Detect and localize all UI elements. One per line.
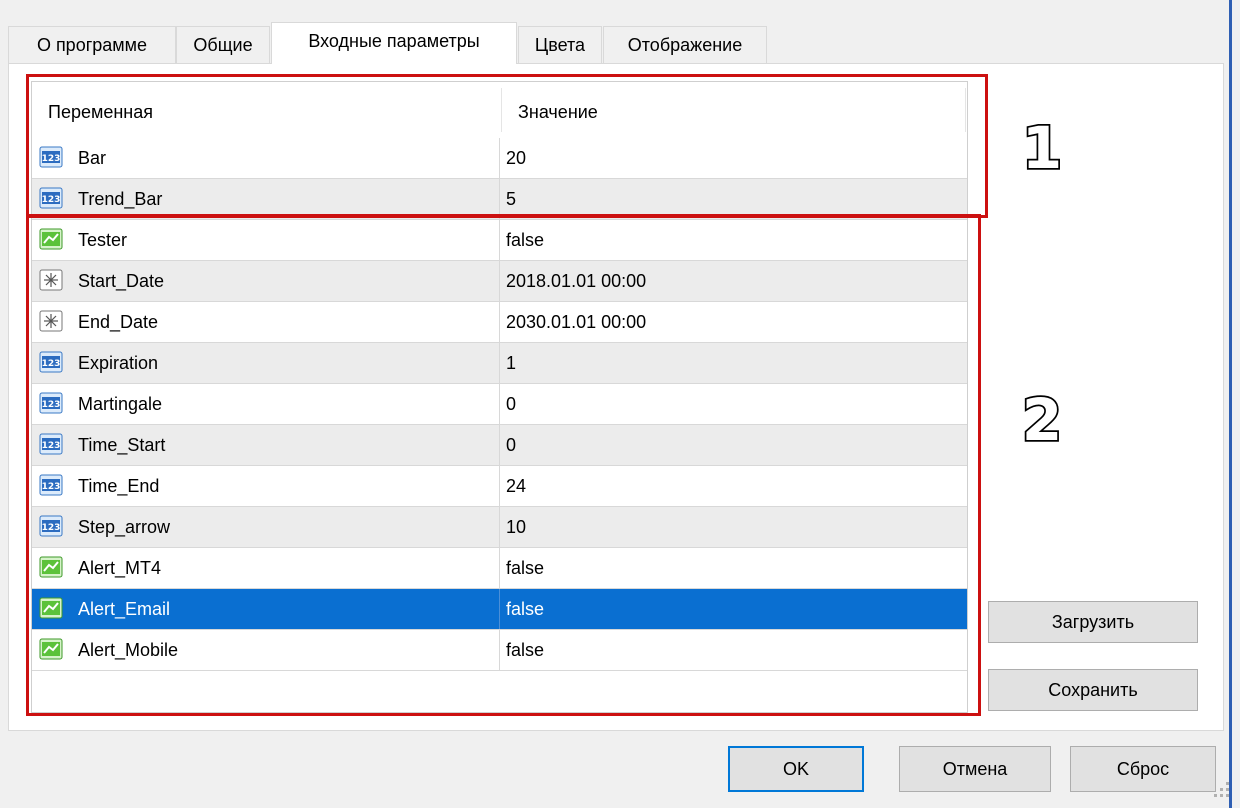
value-cell[interactable]: false — [501, 220, 967, 260]
column-header-value[interactable]: Значение — [502, 82, 965, 138]
datetime-icon — [39, 269, 63, 291]
cancel-button[interactable]: Отмена — [899, 746, 1051, 792]
column-divider-end — [965, 88, 966, 132]
table-row[interactable]: 123 Time_Start 0 — [32, 425, 967, 466]
reset-button[interactable]: Сброс — [1070, 746, 1216, 792]
datetime-icon — [39, 310, 63, 332]
tab-about[interactable]: О программе — [8, 26, 176, 63]
number-icon: 123 — [39, 351, 63, 373]
variable-cell[interactable]: 123 Step_arrow — [32, 507, 500, 547]
boolean-icon — [39, 228, 63, 250]
svg-text:123: 123 — [42, 523, 61, 533]
boolean-icon — [39, 638, 63, 660]
variable-name: End_Date — [78, 312, 159, 332]
value-cell[interactable]: 0 — [501, 384, 967, 424]
table-row[interactable]: Alert_MT4 false — [32, 548, 967, 589]
variable-cell[interactable]: 123 Bar — [32, 138, 500, 178]
value-cell[interactable]: false — [501, 630, 967, 670]
variable-cell[interactable]: 123 Expiration — [32, 343, 500, 383]
table-row[interactable]: 123 Martingale 0 — [32, 384, 967, 425]
number-icon: 123 — [39, 187, 63, 209]
tab-general-label: Общие — [193, 35, 253, 55]
table-row[interactable]: 123 Step_arrow 10 — [32, 507, 967, 548]
svg-text:123: 123 — [42, 441, 61, 451]
table-row[interactable]: Alert_Mobile false — [32, 630, 967, 671]
boolean-icon — [39, 597, 63, 619]
value-cell[interactable]: 1 — [501, 343, 967, 383]
variable-name: Alert_Email — [78, 599, 171, 619]
annotation-number-2: 2 — [1020, 388, 1064, 448]
tab-input-parameters[interactable]: Входные параметры — [271, 22, 517, 64]
variable-cell[interactable]: Tester — [32, 220, 500, 260]
column-header-variable[interactable]: Переменная — [32, 82, 501, 138]
variable-name: Time_Start — [78, 435, 166, 455]
variable-cell[interactable]: 123 Trend_Bar — [32, 179, 500, 219]
value-cell[interactable]: 20 — [501, 138, 967, 178]
svg-text:123: 123 — [42, 400, 61, 410]
variable-name: Alert_Mobile — [78, 640, 179, 660]
annotation-number-2-text: 2 — [1022, 388, 1062, 448]
grid-header: Переменная Значение — [32, 82, 967, 138]
table-row[interactable]: 123 Bar 20 — [32, 138, 967, 179]
table-row[interactable]: Tester false — [32, 220, 967, 261]
variable-name: Bar — [78, 148, 107, 168]
variable-name: Time_End — [78, 476, 160, 496]
svg-text:123: 123 — [42, 195, 61, 205]
variable-cell[interactable]: 123 Time_Start — [32, 425, 500, 465]
variable-cell[interactable]: 123 Time_End — [32, 466, 500, 506]
resize-grip-icon[interactable] — [1214, 782, 1230, 798]
value-cell[interactable]: 5 — [501, 179, 967, 219]
number-icon: 123 — [39, 146, 63, 168]
variable-name: Martingale — [78, 394, 163, 414]
parameters-grid[interactable]: Переменная Значение 123 Bar 20 123 Trend_Bar… — [31, 81, 968, 713]
value-cell[interactable]: 2018.01.01 00:00 — [501, 261, 967, 301]
ok-button[interactable]: OK — [728, 746, 864, 792]
variable-name: Expiration — [78, 353, 159, 373]
variable-name: Step_arrow — [78, 517, 171, 537]
value-cell[interactable]: 10 — [501, 507, 967, 547]
variable-cell[interactable]: 123 Martingale — [32, 384, 500, 424]
svg-text:123: 123 — [42, 154, 61, 164]
tab-input-parameters-label: Входные параметры — [308, 31, 480, 51]
variable-cell[interactable]: End_Date — [32, 302, 500, 342]
number-icon: 123 — [39, 433, 63, 455]
variable-cell[interactable]: Start_Date — [32, 261, 500, 301]
value-cell[interactable]: 24 — [501, 466, 967, 506]
variable-name: Start_Date — [78, 271, 165, 291]
variable-cell[interactable]: Alert_Mobile — [32, 630, 500, 670]
boolean-icon — [39, 556, 63, 578]
table-row[interactable]: Alert_Email false — [32, 589, 967, 630]
table-row[interactable]: 123 Expiration 1 — [32, 343, 967, 384]
variable-name: Tester — [78, 230, 128, 250]
value-cell[interactable]: 0 — [501, 425, 967, 465]
window-edge — [1229, 0, 1232, 808]
save-button[interactable]: Сохранить — [988, 669, 1198, 711]
table-row[interactable]: 123 Time_End 24 — [32, 466, 967, 507]
variable-cell[interactable]: Alert_MT4 — [32, 548, 500, 588]
svg-text:123: 123 — [42, 482, 61, 492]
tab-about-label: О программе — [36, 35, 148, 55]
svg-text:123: 123 — [42, 359, 61, 369]
tab-display[interactable]: Отображение — [603, 26, 767, 63]
tab-colors-label: Цвета — [534, 35, 586, 55]
number-icon: 123 — [39, 392, 63, 414]
table-row[interactable]: Start_Date 2018.01.01 00:00 — [32, 261, 967, 302]
table-row[interactable]: End_Date 2030.01.01 00:00 — [32, 302, 967, 343]
value-cell[interactable]: false — [501, 548, 967, 588]
variable-name: Alert_MT4 — [78, 558, 162, 578]
load-button[interactable]: Загрузить — [988, 601, 1198, 643]
annotation-number-1: 1 — [1020, 118, 1064, 174]
value-cell[interactable]: false — [501, 589, 967, 629]
table-row[interactable]: 123 Trend_Bar 5 — [32, 179, 967, 220]
tab-display-label: Отображение — [627, 35, 743, 55]
annotation-number-1-text: 1 — [1022, 118, 1062, 174]
tab-colors[interactable]: Цвета — [518, 26, 602, 63]
tab-general[interactable]: Общие — [176, 26, 270, 63]
number-icon: 123 — [39, 474, 63, 496]
variable-cell[interactable]: Alert_Email — [32, 589, 500, 629]
variable-name: Trend_Bar — [78, 189, 163, 209]
value-cell[interactable]: 2030.01.01 00:00 — [501, 302, 967, 342]
number-icon: 123 — [39, 515, 63, 537]
